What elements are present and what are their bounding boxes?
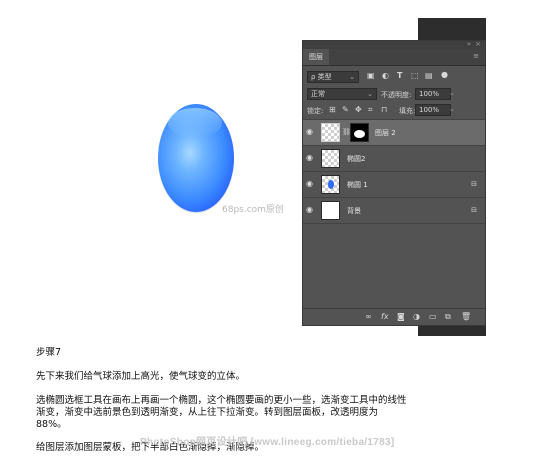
site-watermark: 68ps.com原创	[222, 205, 284, 215]
filter-kind-value: ρ 类型	[311, 73, 332, 81]
image-filter-icon[interactable]: ▣	[367, 71, 375, 80]
layer-mask-thumbnail[interactable]	[350, 123, 369, 142]
type-filter-icon[interactable]: T	[397, 71, 402, 80]
mask-icon[interactable]: ◙	[397, 312, 405, 321]
adjustment-icon[interactable]: ◑	[413, 312, 420, 321]
balloon-highlight	[168, 108, 222, 138]
blend-mode-value: 正常	[311, 90, 325, 98]
layer-name[interactable]: 图层 2	[375, 128, 396, 138]
layer-row[interactable]: ◉ 背景 ⊟	[303, 197, 485, 224]
visibility-eye-icon[interactable]: ◉	[306, 128, 317, 136]
balloon-thumb	[328, 180, 334, 189]
adjustment-filter-icon[interactable]: ◐	[382, 71, 389, 80]
paragraph-line: 渐变，渐变中选前景色到透明渐变，从上往下拉渐变。转到图层面板，改透明度为	[36, 407, 379, 418]
panel-tabbar: 图层 ≡	[303, 49, 485, 66]
layer-thumbnail	[321, 175, 340, 194]
layer-thumbnail	[321, 149, 340, 168]
chevron-down-icon: ⌄	[367, 90, 373, 98]
toggle-filter-icon[interactable]: ●	[441, 70, 448, 79]
panel-bottom-toolbar: ∞ fx ◙ ◑ ▭ ⧉ 🗑	[303, 308, 485, 325]
panel-menu-icon[interactable]: ≡	[473, 52, 479, 60]
lock-artboard-icon[interactable]: ⌗	[368, 105, 373, 115]
lock-paint-icon[interactable]: ✎	[342, 105, 349, 114]
new-layer-icon[interactable]: ⧉	[445, 312, 451, 322]
lock-all-icon[interactable]: ⊓	[381, 105, 387, 114]
opacity-dropdown-icon[interactable]: ⌄	[449, 89, 455, 97]
filter-kind-select[interactable]: ρ 类型 ⌄	[307, 71, 359, 83]
tab-layers[interactable]: 图层	[303, 49, 329, 65]
opacity-label: 不透明度:	[381, 91, 412, 99]
layer-name[interactable]: 背景	[347, 206, 361, 216]
visibility-eye-icon[interactable]: ◉	[306, 206, 317, 214]
smartobject-filter-icon[interactable]: ▤	[425, 71, 433, 80]
divider	[303, 223, 485, 224]
fill-input[interactable]: 100%	[415, 104, 451, 116]
filter-row: ρ 类型 ⌄ ▣ ◐ T ⬚ ▤ ●	[303, 69, 485, 85]
panel-titlebar[interactable]: « ×	[303, 40, 485, 49]
folder-icon[interactable]: ▭	[429, 312, 437, 321]
blend-mode-select[interactable]: 正常 ⌄	[307, 88, 377, 100]
lock-position-icon[interactable]: ✥	[355, 105, 362, 114]
layers-panel: « × 图层 ≡ ρ 类型 ⌄ ▣ ◐ T ⬚ ▤ ● 正常 ⌄ 不透明度: 100…	[302, 40, 486, 326]
layer-row[interactable]: ◉ 椭圆 1 ⊟	[303, 171, 485, 198]
lock-row: 锁定: ⊞ ✎ ✥ ⌗ ⊓ 填充: 100% ⌄	[303, 103, 485, 119]
watermark-banner: PhotoShop网页设计吧 [www.lineeg.com/tieba/178…	[140, 437, 395, 448]
layer-name[interactable]: 椭圆 1	[347, 180, 368, 190]
visibility-eye-icon[interactable]: ◉	[306, 180, 317, 188]
shape-filter-icon[interactable]: ⬚	[411, 71, 419, 80]
opacity-input[interactable]: 100%	[415, 88, 451, 100]
trash-icon[interactable]: 🗑	[461, 312, 471, 321]
close-icon[interactable]: ×	[475, 40, 481, 48]
blend-row: 正常 ⌄ 不透明度: 100% ⌄	[303, 87, 485, 103]
lock-icon: ⊟	[471, 180, 477, 188]
layer-thumbnail	[321, 123, 340, 142]
lock-label: 锁定:	[307, 107, 324, 115]
paragraph-line: 88%。	[36, 419, 67, 430]
paragraph: 先下来我们给气球添加上高光，使气球变的立体。	[36, 371, 246, 382]
lock-transparent-icon[interactable]: ⊞	[329, 105, 336, 114]
visibility-eye-icon[interactable]: ◉	[306, 154, 317, 162]
fx-icon[interactable]: fx	[381, 312, 389, 321]
link-icon[interactable]: ∞	[365, 312, 372, 321]
layer-thumbnail	[321, 201, 340, 220]
fill-label: 填充:	[399, 107, 416, 115]
layer-row[interactable]: ◉ ⛓ 图层 2	[303, 119, 485, 146]
lock-icon: ⊟	[471, 206, 477, 214]
layer-row[interactable]: ◉ 椭圆2	[303, 145, 485, 172]
mask-shape	[354, 130, 365, 138]
collapse-icon[interactable]: «	[467, 40, 471, 48]
fill-dropdown-icon[interactable]: ⌄	[449, 105, 455, 113]
layer-name[interactable]: 椭圆2	[347, 154, 365, 164]
chevron-down-icon: ⌄	[349, 73, 355, 81]
step-title: 步骤7	[36, 347, 62, 358]
